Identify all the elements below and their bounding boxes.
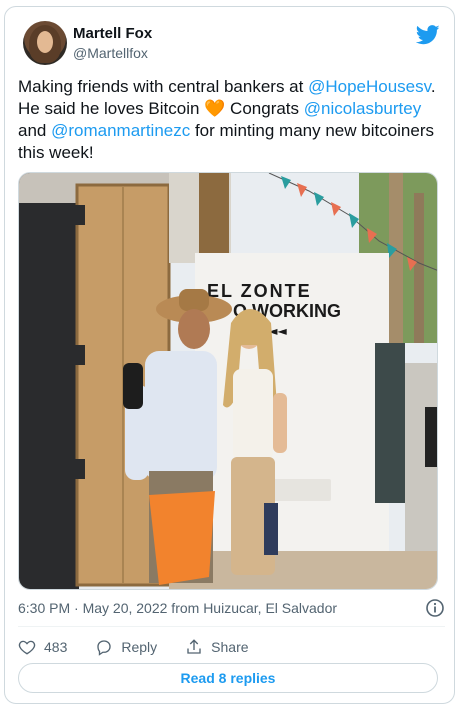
mention-romanmartinezc[interactable]: @romanmartinezc [51, 121, 190, 140]
orange-heart-emoji: 🧡 [204, 99, 226, 118]
divider [18, 626, 445, 627]
share-label: Share [211, 639, 249, 655]
tweet-text: Making friends with central bankers at @… [18, 76, 438, 164]
heart-icon [18, 640, 36, 655]
tweet-actions: 483 Reply Share [18, 636, 277, 658]
tweet-text-part: Congrats [225, 99, 304, 118]
tweet-text-part: and [18, 121, 52, 140]
user-handle[interactable]: @Martellfox [73, 45, 148, 61]
avatar[interactable] [23, 21, 67, 65]
reply-button[interactable]: Reply [95, 638, 157, 656]
photo-illustration: EL ZONTE O WORKING ◄◄◄ [19, 173, 437, 589]
read-replies-button[interactable]: Read 8 replies [18, 663, 438, 693]
sign-line-1: EL ZONTE [207, 281, 312, 301]
like-count: 483 [44, 639, 68, 655]
share-button[interactable]: Share [185, 638, 249, 656]
like-button[interactable]: 483 [18, 638, 67, 656]
reply-label: Reply [121, 639, 158, 655]
tweet-photo[interactable]: EL ZONTE O WORKING ◄◄◄ [18, 172, 438, 590]
user-name[interactable]: Martell Fox [73, 25, 152, 42]
tweet-text-part: Making friends with central bankers at [18, 77, 309, 96]
share-icon [187, 639, 201, 654]
mention-nicolasburtey[interactable]: @nicolasburtey [304, 99, 421, 118]
mention-hopehousesv[interactable]: @HopeHousesv [308, 77, 431, 96]
reply-icon [97, 640, 112, 656]
avatar-face [37, 31, 53, 53]
tweet-timestamp[interactable]: 6:30 PM · May 20, 2022 from Huizucar, El… [18, 600, 337, 616]
info-icon[interactable] [425, 598, 445, 618]
twitter-bird-icon[interactable] [416, 25, 440, 45]
